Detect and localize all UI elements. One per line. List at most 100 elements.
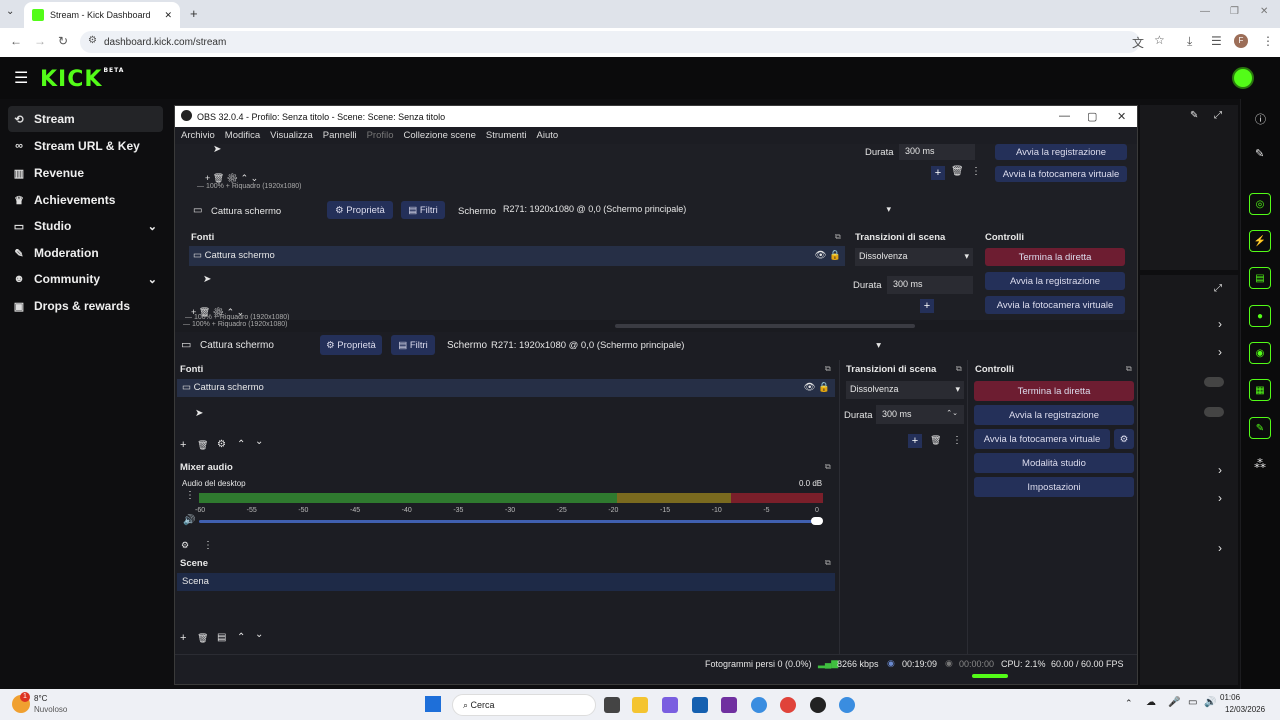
scene-list-item[interactable]: Scena [177, 573, 835, 591]
browser-icon[interactable] [839, 697, 855, 713]
move-up-icon[interactable]: ⌃ [237, 632, 245, 643]
edge-icon[interactable] [751, 697, 767, 713]
trash-icon[interactable]: 🗑 [930, 435, 941, 446]
trash-icon[interactable]: 🗑 [197, 440, 208, 451]
chevron-right-icon[interactable]: › [1218, 463, 1222, 477]
preview-scrollbar[interactable] [615, 324, 915, 328]
preview-canvas[interactable]: ➤ + 🗑 ⚙ ⌃ ⌄ — 100% + Riquadro (1920x1080… [175, 144, 1137, 320]
chevron-right-icon[interactable]: › [1218, 541, 1222, 555]
popout-icon[interactable]: ⤢ [1214, 110, 1222, 121]
minimize-icon[interactable]: — [1200, 6, 1210, 17]
clipboard-icon[interactable]: ▤ [1249, 267, 1271, 289]
volume-icon[interactable]: 🔊 [183, 515, 195, 526]
more-options-icon[interactable]: ⁂ [1254, 457, 1266, 471]
sidebar-item-stream[interactable]: ⟲ Stream [8, 106, 163, 132]
menu-collezione-scene[interactable]: Collezione scene [404, 130, 476, 141]
edit-icon[interactable]: ✎ [1255, 147, 1264, 160]
add-icon[interactable]: + [920, 299, 934, 313]
taskbar-search[interactable]: ⌕ Cerca [452, 694, 596, 716]
store-icon[interactable] [692, 697, 708, 713]
chrome-icon[interactable] [780, 697, 796, 713]
info-icon[interactable]: ⓘ [1255, 111, 1266, 127]
close-icon[interactable]: ✕ [1117, 110, 1126, 123]
dock-icon[interactable]: ⧉ [825, 462, 831, 472]
menu-archivio[interactable]: Archivio [181, 130, 215, 141]
file-explorer-icon[interactable] [632, 697, 648, 713]
dock-icon[interactable]: ⧉ [825, 558, 831, 568]
stop-stream-button[interactable]: Termina la diretta [985, 248, 1125, 266]
profile-avatar[interactable]: F [1234, 34, 1248, 48]
transition-select[interactable]: Dissolvenza ▾ [846, 381, 964, 399]
dock-icon[interactable]: ⧉ [825, 364, 831, 374]
more-icon[interactable]: ⋮ [185, 490, 195, 501]
broadcast-icon[interactable]: ◉ [1249, 342, 1271, 364]
toggle-switch[interactable] [1204, 407, 1224, 417]
layout-icon[interactable]: ▦ [1249, 379, 1271, 401]
browser-menu-icon[interactable]: ⋮ [1262, 34, 1274, 48]
network-icon[interactable]: ▭ [1188, 697, 1197, 708]
speaker-icon[interactable]: 🔊 [1204, 697, 1216, 708]
menu-aiuto[interactable]: Aiuto [537, 130, 559, 141]
stop-stream-button[interactable]: Termina la diretta [974, 381, 1134, 401]
menu-profilo[interactable]: Profilo [367, 130, 394, 141]
properties-button[interactable]: ⚙ Proprietà [327, 201, 393, 219]
task-view-icon[interactable] [604, 697, 620, 713]
clock-date[interactable]: 12/03/2026 [1225, 705, 1265, 714]
filters-button[interactable]: ▤ Filtri [401, 201, 445, 219]
volume-slider[interactable] [199, 520, 817, 523]
add-scene-icon[interactable]: + [180, 632, 186, 644]
transition-select[interactable]: Dissolvenza ▾ [855, 248, 973, 266]
download-icon[interactable]: ⤓ [1187, 34, 1192, 49]
add-icon[interactable]: + [931, 166, 945, 180]
move-down-icon[interactable]: ⌄ [255, 629, 263, 640]
virtual-camera-settings-icon[interactable]: ⚙ [1114, 429, 1134, 449]
reload-icon[interactable]: ↻ [58, 34, 68, 48]
copilot-icon[interactable] [662, 697, 678, 713]
hamburger-menu-icon[interactable]: ☰ [14, 68, 28, 88]
start-virtual-camera-button[interactable]: Avvia la fotocamera virtuale [974, 429, 1110, 449]
studio-mode-button[interactable]: Modalità studio [974, 453, 1134, 473]
sidebar-item-achievements[interactable]: ♛ Achievements [8, 187, 163, 213]
toggle-switch[interactable] [1204, 377, 1224, 387]
dock-icon[interactable]: ⧉ [835, 232, 841, 242]
kick-logo[interactable]: KICKBETA [40, 67, 124, 92]
trash-icon[interactable]: 🗑 [197, 633, 208, 644]
volume-slider-handle[interactable] [811, 517, 823, 525]
settings-button[interactable]: Impostazioni [974, 477, 1134, 497]
lightning-icon[interactable]: ⚡ [1249, 230, 1271, 252]
clock-time[interactable]: 01:06 [1220, 693, 1240, 702]
virtual-camera-button[interactable]: Avvia la fotocamera virtuale [985, 296, 1125, 314]
duration-field[interactable]: 300 ms [887, 276, 973, 294]
wrench-icon[interactable]: ✎ [1249, 417, 1271, 439]
popout-icon[interactable]: ⤢ [1214, 283, 1222, 294]
filters-button[interactable]: ▤ Filtri [391, 335, 435, 355]
duration-field[interactable]: 300 ms [899, 144, 975, 160]
record-button[interactable]: Avvia la registrazione [995, 144, 1127, 160]
screen-select[interactable]: R271: 1920x1080 @ 0,0 (Schermo principal… [499, 201, 895, 219]
visibility-lock-icons[interactable]: 👁 🔒 [803, 382, 830, 393]
sidebar-item-stream-url-key[interactable]: ∞ Stream URL & Key [8, 133, 163, 159]
user-avatar[interactable] [1232, 67, 1254, 89]
microphone-icon[interactable]: 🎤 [1168, 697, 1180, 708]
dock-icon[interactable]: ⧉ [1126, 364, 1132, 374]
filter-icon[interactable]: ▤ [217, 632, 226, 643]
add-transition-icon[interactable]: + [908, 434, 922, 448]
more-icon[interactable]: ⋮ [971, 166, 981, 177]
screen-select[interactable]: R271: 1920x1080 @ 0,0 (Schermo principal… [487, 335, 885, 355]
menu-pannelli[interactable]: Pannelli [323, 130, 357, 141]
record-button[interactable]: Avvia la registrazione [985, 272, 1125, 290]
tray-overflow-icon[interactable]: ⌃ [1125, 698, 1133, 709]
virtual-camera-button[interactable]: Avvia la fotocamera virtuale [995, 166, 1127, 182]
add-source-icon[interactable]: + [180, 439, 186, 451]
cloud-icon[interactable]: ☁ [1146, 697, 1156, 708]
properties-button[interactable]: ⚙ Proprietà [320, 335, 382, 355]
duration-field[interactable]: 300 ms ⌃⌄ [876, 405, 964, 424]
menu-strumenti[interactable]: Strumenti [486, 130, 527, 141]
move-down-icon[interactable]: ⌄ [255, 436, 263, 447]
windows-start-icon[interactable] [425, 696, 441, 712]
sidebar-item-moderation[interactable]: ✎ Moderation [8, 240, 163, 266]
site-info-icon[interactable]: ⚙ [88, 35, 97, 46]
mixer-settings-icon[interactable]: ⚙ [181, 540, 189, 551]
maximize-icon[interactable]: ❐ [1230, 6, 1239, 17]
sidebar-item-community[interactable]: ☻ Community ⌄ [8, 266, 163, 292]
